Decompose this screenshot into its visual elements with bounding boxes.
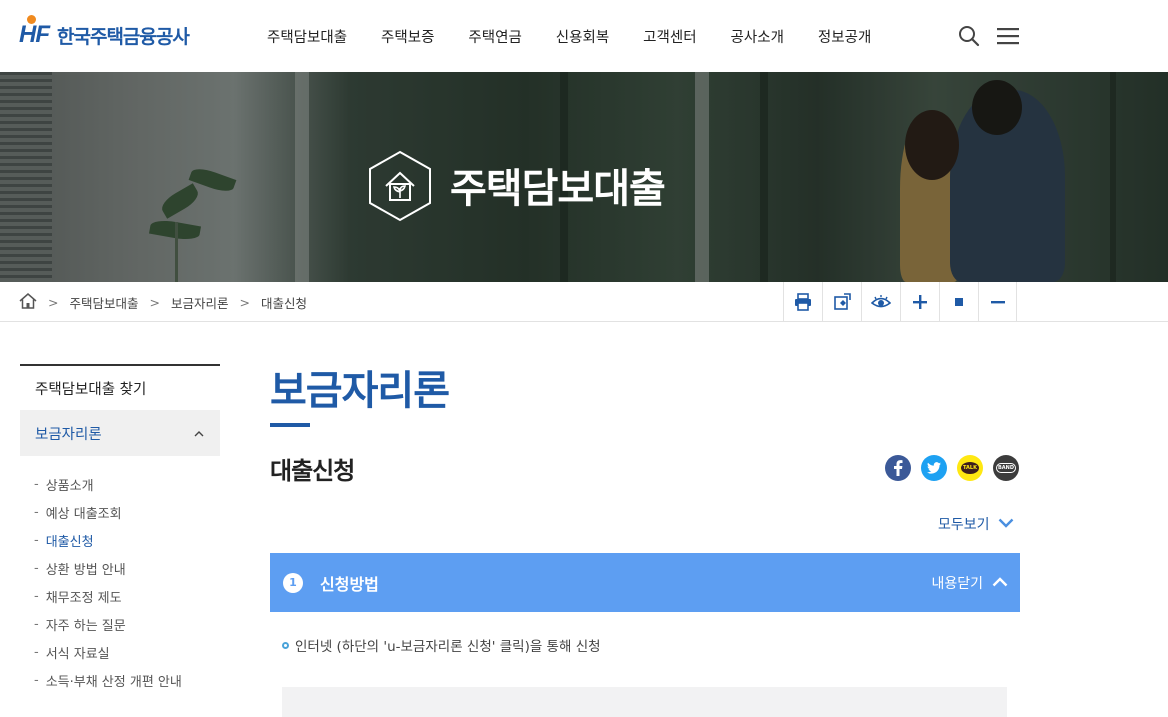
kakaotalk-icon[interactable]: TALK xyxy=(957,455,983,481)
submenu-item-apply[interactable]: - 대출신청 xyxy=(20,526,220,554)
title-underline xyxy=(270,423,310,427)
submenu-item-repayment[interactable]: - 상환 방법 안내 xyxy=(20,554,220,582)
print-icon[interactable] xyxy=(783,282,822,322)
nav-credit-recovery[interactable]: 신용회복 xyxy=(539,26,626,47)
page-title: 보금자리론 xyxy=(270,368,450,414)
logo[interactable]: HF 한국주택금융공사 xyxy=(19,15,190,50)
sidebar-item-bogeumjari[interactable]: 보금자리론 xyxy=(20,410,220,456)
breadcrumb-separator: > xyxy=(48,294,59,310)
screen-capture-icon[interactable] xyxy=(822,282,861,322)
expand-all-button[interactable]: 모두보기 xyxy=(938,514,1014,534)
nav-customer-center[interactable]: 고객센터 xyxy=(626,26,713,47)
page-tools xyxy=(783,282,1017,322)
hero-banner: 주택담보대출 xyxy=(0,72,1168,282)
home-icon[interactable] xyxy=(19,292,37,312)
submenu-item-product[interactable]: - 상품소개 xyxy=(20,470,220,498)
accordion-title: 신청방법 xyxy=(320,574,379,594)
accordion-number: 1 xyxy=(283,572,303,593)
view-icon[interactable] xyxy=(861,282,900,322)
sidebar-item-find-mortgage[interactable]: 주택담보대출 찾기 xyxy=(20,364,220,410)
banner-title: 주택담보대출 xyxy=(450,166,666,212)
search-icon[interactable] xyxy=(957,24,981,48)
submenu-item-income-debt[interactable]: - 소득·부채 산정 개편 안내 xyxy=(20,666,220,694)
nav-about[interactable]: 공사소개 xyxy=(714,26,801,47)
nav-pension[interactable]: 주택연금 xyxy=(451,26,538,47)
accordion-toggle-label: 내용닫기 xyxy=(931,575,983,592)
nav-mortgage[interactable]: 주택담보대출 xyxy=(250,26,364,47)
submenu-item-estimate[interactable]: - 예상 대출조회 xyxy=(20,498,220,526)
chevron-down-icon xyxy=(998,516,1014,532)
breadcrumb-item-current[interactable]: 대출신청 xyxy=(261,293,307,312)
apply-method-text: 인터넷 (하단의 'u-보금자리론 신청' 클릭)을 통해 신청 xyxy=(295,639,601,655)
facebook-icon[interactable] xyxy=(885,455,911,481)
zoom-reset-icon[interactable] xyxy=(939,282,978,322)
breadcrumb-bar: > 주택담보대출 > 보금자리론 > 대출신청 xyxy=(0,282,1168,322)
global-nav: 주택담보대출 주택보증 주택연금 신용회복 고객센터 공사소개 정보공개 xyxy=(250,0,888,72)
breadcrumb-separator: > xyxy=(239,294,250,310)
breadcrumb-separator: > xyxy=(149,294,160,310)
chevron-up-icon xyxy=(992,575,1008,591)
section-title: 대출신청 xyxy=(270,457,355,485)
twitter-icon[interactable] xyxy=(921,455,947,481)
submenu-item-faq[interactable]: - 자주 하는 질문 xyxy=(20,610,220,638)
chevron-up-icon xyxy=(194,425,204,441)
breadcrumb-item[interactable]: 보금자리론 xyxy=(171,293,229,312)
zoom-in-icon[interactable] xyxy=(900,282,939,322)
house-sprout-icon xyxy=(368,150,432,222)
bullet-icon xyxy=(282,641,289,649)
accordion-toggle[interactable]: 내용닫기 xyxy=(931,553,1008,612)
submenu-item-forms[interactable]: - 서식 자료실 xyxy=(20,638,220,666)
nav-disclosure[interactable]: 정보공개 xyxy=(801,26,888,47)
accordion-header[interactable]: 1 신청방법 내용닫기 xyxy=(270,553,1020,612)
apply-method-item: 인터넷 (하단의 'u-보금자리론 신청' 클릭)을 통해 신청 xyxy=(282,635,601,655)
logo-mark: HF xyxy=(19,15,50,49)
site-header: HF 한국주택금융공사 주택담보대출 주택보증 주택연금 신용회복 고객센터 공… xyxy=(0,0,1168,72)
side-nav: 주택담보대출 찾기 보금자리론 - 상품소개 - 예상 대출조회 - 대출신청 - 상환… xyxy=(20,364,220,694)
submenu-item-debt-adjustment[interactable]: - 채무조정 제도 xyxy=(20,582,220,610)
logo-dot xyxy=(27,15,36,24)
nav-guarantee[interactable]: 주택보증 xyxy=(364,26,451,47)
expand-all-label: 모두보기 xyxy=(938,517,990,533)
logo-text: 한국주택금융공사 xyxy=(57,25,190,48)
breadcrumb: > 주택담보대출 > 보금자리론 > 대출신청 xyxy=(19,282,307,322)
sidebar-item-label: 보금자리론 xyxy=(35,426,102,443)
band-icon[interactable]: BAND xyxy=(993,455,1019,481)
zoom-out-icon[interactable] xyxy=(978,282,1017,322)
breadcrumb-item[interactable]: 주택담보대출 xyxy=(69,293,138,312)
sidebar-submenu: - 상품소개 - 예상 대출조회 - 대출신청 - 상환 방법 안내 - 채무조정 제도 … xyxy=(20,456,220,694)
menu-icon[interactable] xyxy=(996,24,1020,48)
